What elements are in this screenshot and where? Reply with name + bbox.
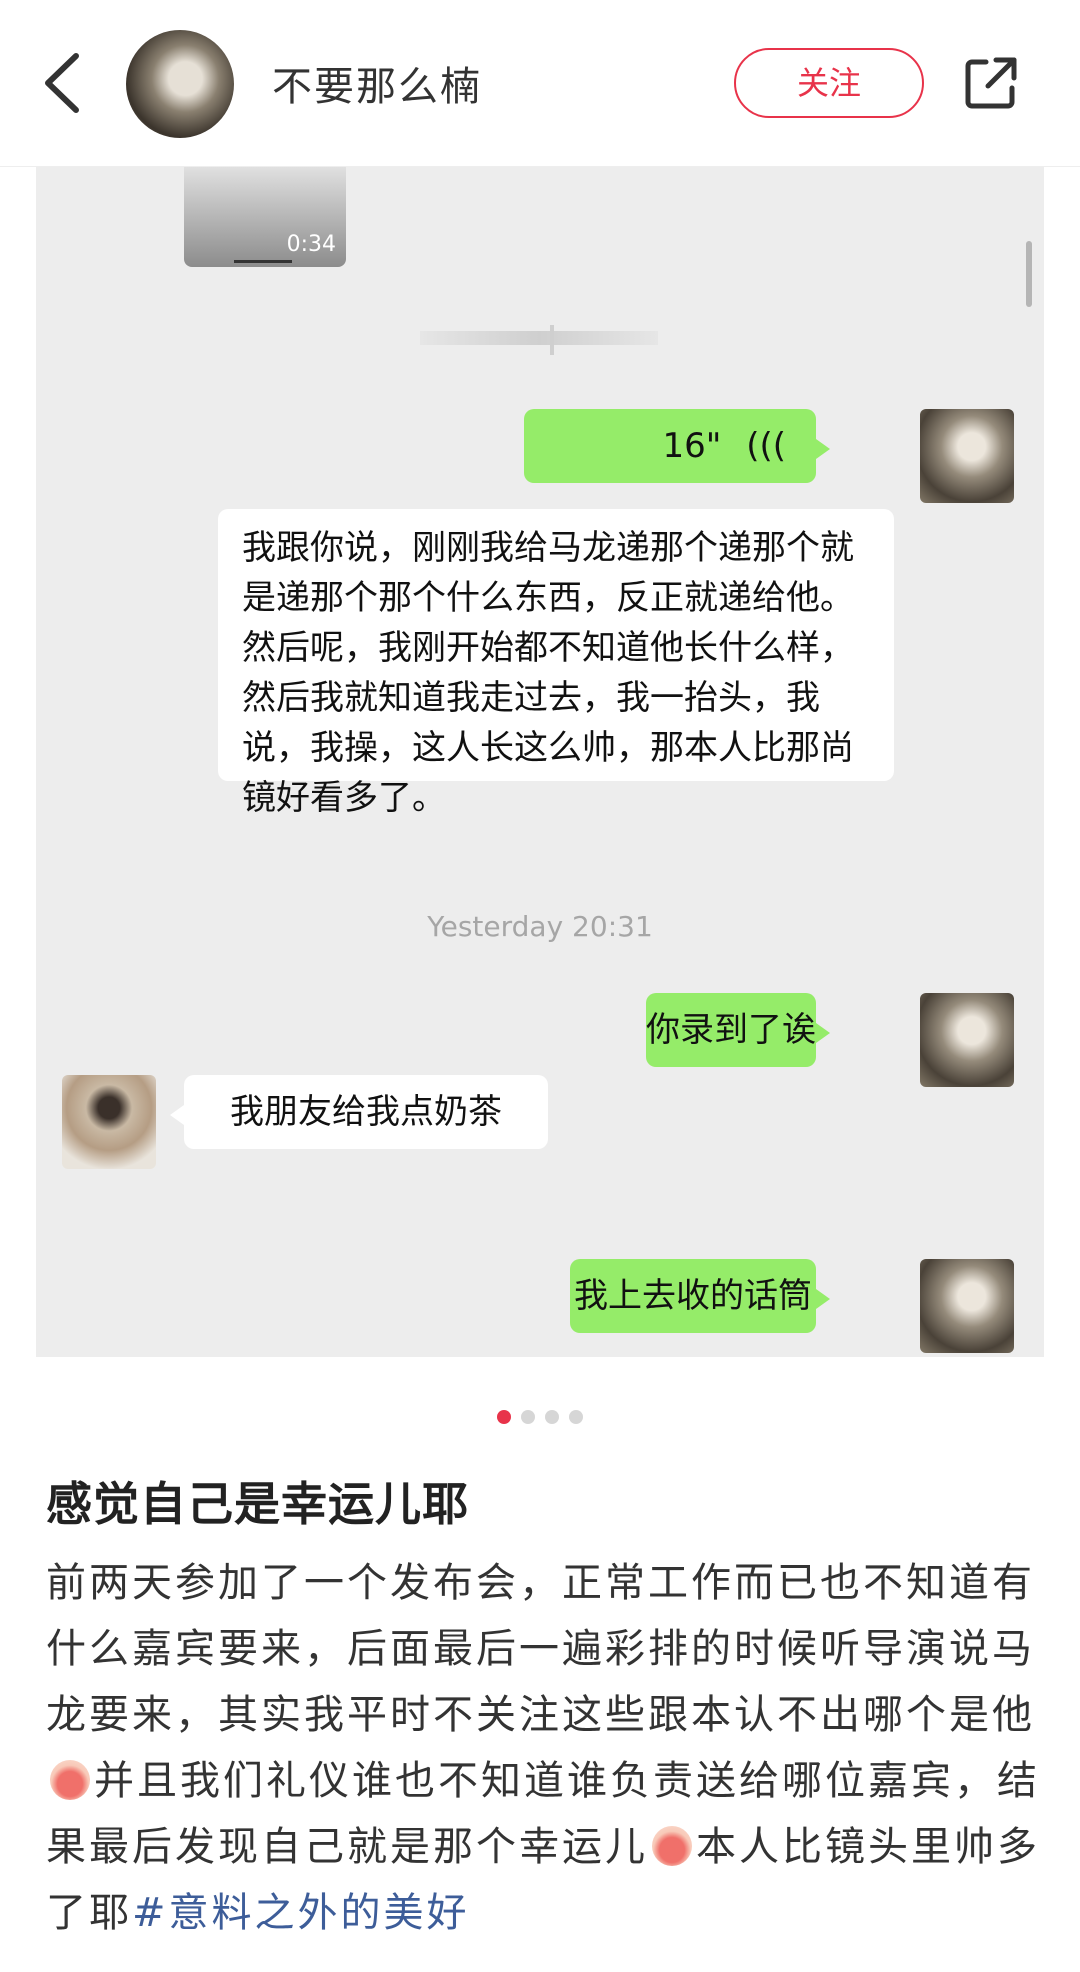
sender-avatar <box>920 409 1014 503</box>
message-text: 你录到了诶 <box>646 1010 816 1050</box>
message-bubble: 你录到了诶 <box>646 993 830 1067</box>
message-text: 我朋友给我点奶茶 <box>230 1092 502 1132</box>
post-body: 前两天参加了一个发布会，正常工作而已也不知道有什么嘉宾要来，后面最后一遍彩排的时… <box>46 1550 1046 1946</box>
voice-message-bubble: 16" ((( <box>524 409 830 483</box>
message-bubble: 我上去收的话筒 <box>570 1259 830 1333</box>
share-icon[interactable] <box>962 54 1020 112</box>
carousel-indicator <box>0 1410 1080 1426</box>
friend-avatar <box>62 1075 156 1169</box>
voice-duration: 16" <box>662 426 722 466</box>
author-avatar[interactable] <box>126 30 234 138</box>
post-body-text: 前两天参加了一个发布会，正常工作而已也不知道有什么嘉宾要来，后面最后一遍彩排的时… <box>46 1560 1035 1738</box>
blurred-text <box>420 331 658 345</box>
hashtag-link[interactable]: #意料之外的美好 <box>132 1890 470 1936</box>
video-thumbnail: 0:34 <box>184 167 346 267</box>
blurred-text-mark <box>550 325 554 355</box>
post-image-chat-screenshot[interactable]: 0:34 16" ((( 我跟你说，刚刚我给马龙递那个递那个就是递那个那个什么东… <box>36 167 1044 1357</box>
voice-transcript-text: 我跟你说，刚刚我给马龙递那个递那个就是递那个那个什么东西，反正就递给他。然后呢，… <box>242 528 854 818</box>
post-header: 不要那么楠 关注 <box>0 0 1080 167</box>
author-name[interactable]: 不要那么楠 <box>272 54 482 112</box>
video-progress <box>234 260 292 263</box>
carousel-dot[interactable] <box>545 1410 559 1424</box>
post-title: 感觉自己是幸运儿耶 <box>46 1477 469 1531</box>
sender-avatar <box>920 1259 1014 1353</box>
voice-transcript-bubble: 我跟你说，刚刚我给马龙递那个递那个就是递那个那个什么东西，反正就递给他。然后呢，… <box>218 509 894 818</box>
chat-timestamp: Yesterday 20:31 <box>427 910 653 943</box>
follow-button[interactable]: 关注 <box>734 48 924 118</box>
voice-wave-icon: ((( <box>746 426 786 466</box>
video-duration: 0:34 <box>286 232 336 257</box>
carousel-dot[interactable] <box>521 1410 535 1424</box>
carousel-dot[interactable] <box>569 1410 583 1424</box>
message-bubble: 我朋友给我点奶茶 <box>170 1075 548 1149</box>
crying-face-icon <box>50 1760 90 1800</box>
carousel-dot[interactable] <box>497 1410 511 1424</box>
sender-avatar <box>920 993 1014 1087</box>
laughing-face-icon <box>652 1826 692 1866</box>
back-arrow-icon[interactable] <box>40 50 84 116</box>
message-text: 我上去收的话筒 <box>574 1276 812 1316</box>
scrollbar <box>1026 241 1032 307</box>
